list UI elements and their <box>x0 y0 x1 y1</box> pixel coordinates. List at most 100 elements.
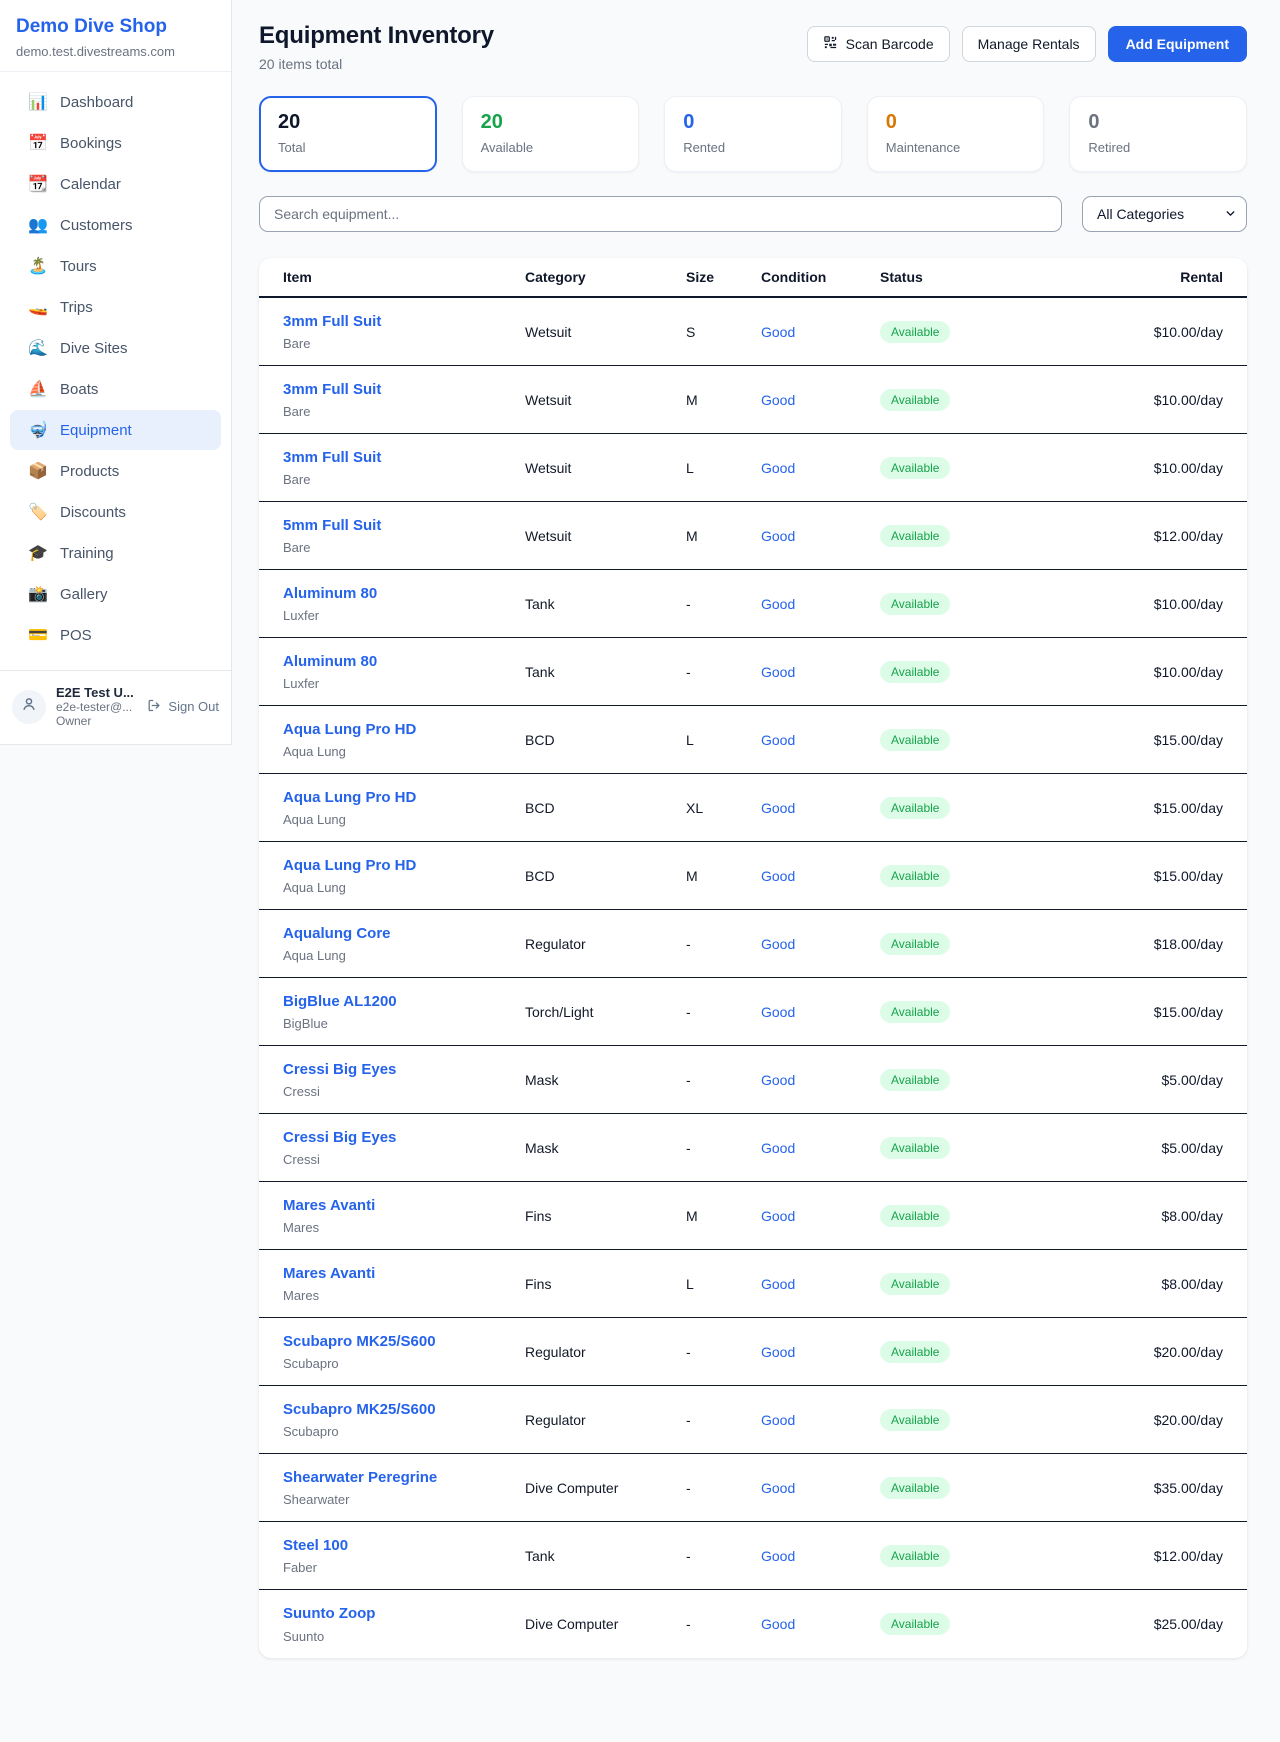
condition-link[interactable]: Good <box>761 868 795 884</box>
rental-price: $20.00/day <box>1154 1412 1223 1428</box>
condition-link[interactable]: Good <box>761 392 795 408</box>
condition-link[interactable]: Good <box>761 1480 795 1496</box>
condition-link[interactable]: Good <box>761 936 795 952</box>
item-name-link[interactable]: Scubapro MK25/S600 <box>283 1332 525 1352</box>
item-name-link[interactable]: Aluminum 80 <box>283 584 525 604</box>
item-name-link[interactable]: Suunto Zoop <box>283 1604 525 1624</box>
title-block: Equipment Inventory 20 items total <box>259 22 494 72</box>
condition-link[interactable]: Good <box>761 1412 795 1428</box>
item-size: L <box>686 732 761 748</box>
item-brand: Suunto <box>283 1629 525 1644</box>
dive-sites-icon: 🌊 <box>28 338 48 358</box>
search-input[interactable] <box>259 196 1062 232</box>
table-body: 3mm Full Suit Bare Wetsuit S Good Availa… <box>259 298 1247 1658</box>
condition-link[interactable]: Good <box>761 324 795 340</box>
item-name-link[interactable]: Scubapro MK25/S600 <box>283 1400 525 1420</box>
condition-link[interactable]: Good <box>761 596 795 612</box>
sidebar-item-calendar[interactable]: 📆 Calendar <box>10 164 221 204</box>
item-category: Regulator <box>525 936 686 952</box>
condition-link[interactable]: Good <box>761 732 795 748</box>
scan-barcode-button[interactable]: Scan Barcode <box>807 26 950 62</box>
item-name-link[interactable]: BigBlue AL1200 <box>283 992 525 1012</box>
stat-card-retired[interactable]: 0 Retired <box>1069 96 1247 172</box>
trips-icon: 🚤 <box>28 297 48 317</box>
avatar <box>12 690 46 724</box>
stat-value: 0 <box>886 111 1026 134</box>
table-row: Mares Avanti Mares Fins M Good Available… <box>259 1182 1247 1250</box>
sidebar-item-dashboard[interactable]: 📊 Dashboard <box>10 82 221 122</box>
item-name-link[interactable]: Steel 100 <box>283 1536 525 1556</box>
condition-link[interactable]: Good <box>761 1072 795 1088</box>
category-select[interactable]: All Categories <box>1082 196 1247 232</box>
rental-price: $10.00/day <box>1154 392 1223 408</box>
condition-link[interactable]: Good <box>761 1004 795 1020</box>
sidebar-item-customers[interactable]: 👥 Customers <box>10 205 221 245</box>
sidebar-item-discounts[interactable]: 🏷️ Discounts <box>10 492 221 532</box>
sidebar-item-dive-sites[interactable]: 🌊 Dive Sites <box>10 328 221 368</box>
condition-link[interactable]: Good <box>761 664 795 680</box>
condition-link[interactable]: Good <box>761 1548 795 1564</box>
gallery-icon: 📸 <box>28 584 48 604</box>
sidebar-item-bookings[interactable]: 📅 Bookings <box>10 123 221 163</box>
brand-block: Demo Dive Shop demo.test.divestreams.com <box>0 0 231 72</box>
sidebar-item-boats[interactable]: ⛵ Boats <box>10 369 221 409</box>
condition-link[interactable]: Good <box>761 1140 795 1156</box>
item-name-link[interactable]: Cressi Big Eyes <box>283 1060 525 1080</box>
dashboard-icon: 📊 <box>28 92 48 112</box>
item-brand: Bare <box>283 472 525 487</box>
sidebar-item-equipment[interactable]: 🤿 Equipment <box>10 410 221 450</box>
condition-link[interactable]: Good <box>761 460 795 476</box>
item-category: BCD <box>525 868 686 884</box>
item-brand: Mares <box>283 1288 525 1303</box>
item-name-link[interactable]: Mares Avanti <box>283 1196 525 1216</box>
column-header-size: Size <box>686 269 761 285</box>
sidebar-item-tours[interactable]: 🏝️ Tours <box>10 246 221 286</box>
item-name-link[interactable]: 3mm Full Suit <box>283 448 525 468</box>
status-badge: Available <box>880 865 950 887</box>
item-category: Regulator <box>525 1412 686 1428</box>
stat-card-available[interactable]: 20 Available <box>462 96 640 172</box>
table-row: Steel 100 Faber Tank - Good Available $1… <box>259 1522 1247 1590</box>
item-name-link[interactable]: Mares Avanti <box>283 1264 525 1284</box>
condition-link[interactable]: Good <box>761 1276 795 1292</box>
add-equipment-button[interactable]: Add Equipment <box>1108 26 1247 62</box>
item-name-link[interactable]: 3mm Full Suit <box>283 380 525 400</box>
rental-price: $10.00/day <box>1154 596 1223 612</box>
item-name-link[interactable]: 5mm Full Suit <box>283 516 525 536</box>
stat-card-total[interactable]: 20 Total <box>259 96 437 172</box>
table-row: 5mm Full Suit Bare Wetsuit M Good Availa… <box>259 502 1247 570</box>
stat-label: Total <box>278 140 418 155</box>
item-name-link[interactable]: Shearwater Peregrine <box>283 1468 525 1488</box>
item-category: Torch/Light <box>525 1004 686 1020</box>
condition-link[interactable]: Good <box>761 1344 795 1360</box>
table-row: Aqua Lung Pro HD Aqua Lung BCD M Good Av… <box>259 842 1247 910</box>
item-name-link[interactable]: Aqualung Core <box>283 924 525 944</box>
item-name-link[interactable]: Aqua Lung Pro HD <box>283 720 525 740</box>
sidebar-item-trips[interactable]: 🚤 Trips <box>10 287 221 327</box>
stat-card-rented[interactable]: 0 Rented <box>664 96 842 172</box>
condition-link[interactable]: Good <box>761 1616 795 1632</box>
training-icon: 🎓 <box>28 543 48 563</box>
manage-rentals-button[interactable]: Manage Rentals <box>962 26 1096 62</box>
user-role: Owner <box>56 714 137 728</box>
item-name-link[interactable]: Cressi Big Eyes <box>283 1128 525 1148</box>
sidebar-item-products[interactable]: 📦 Products <box>10 451 221 491</box>
item-name-link[interactable]: Aqua Lung Pro HD <box>283 788 525 808</box>
table-row: Cressi Big Eyes Cressi Mask - Good Avail… <box>259 1046 1247 1114</box>
condition-link[interactable]: Good <box>761 800 795 816</box>
item-name-link[interactable]: 3mm Full Suit <box>283 312 525 332</box>
item-name-link[interactable]: Aluminum 80 <box>283 652 525 672</box>
condition-link[interactable]: Good <box>761 528 795 544</box>
item-name-link[interactable]: Aqua Lung Pro HD <box>283 856 525 876</box>
condition-link[interactable]: Good <box>761 1208 795 1224</box>
sidebar-item-training[interactable]: 🎓 Training <box>10 533 221 573</box>
tours-icon: 🏝️ <box>28 256 48 276</box>
rental-price: $15.00/day <box>1154 1004 1223 1020</box>
table-row: Mares Avanti Mares Fins L Good Available… <box>259 1250 1247 1318</box>
stat-card-maintenance[interactable]: 0 Maintenance <box>867 96 1045 172</box>
sidebar-item-pos[interactable]: 💳 POS <box>10 615 221 655</box>
brand-name[interactable]: Demo Dive Shop <box>16 16 215 38</box>
item-category: Tank <box>525 596 686 612</box>
sign-out-button[interactable]: Sign Out <box>147 698 219 716</box>
sidebar-item-gallery[interactable]: 📸 Gallery <box>10 574 221 614</box>
